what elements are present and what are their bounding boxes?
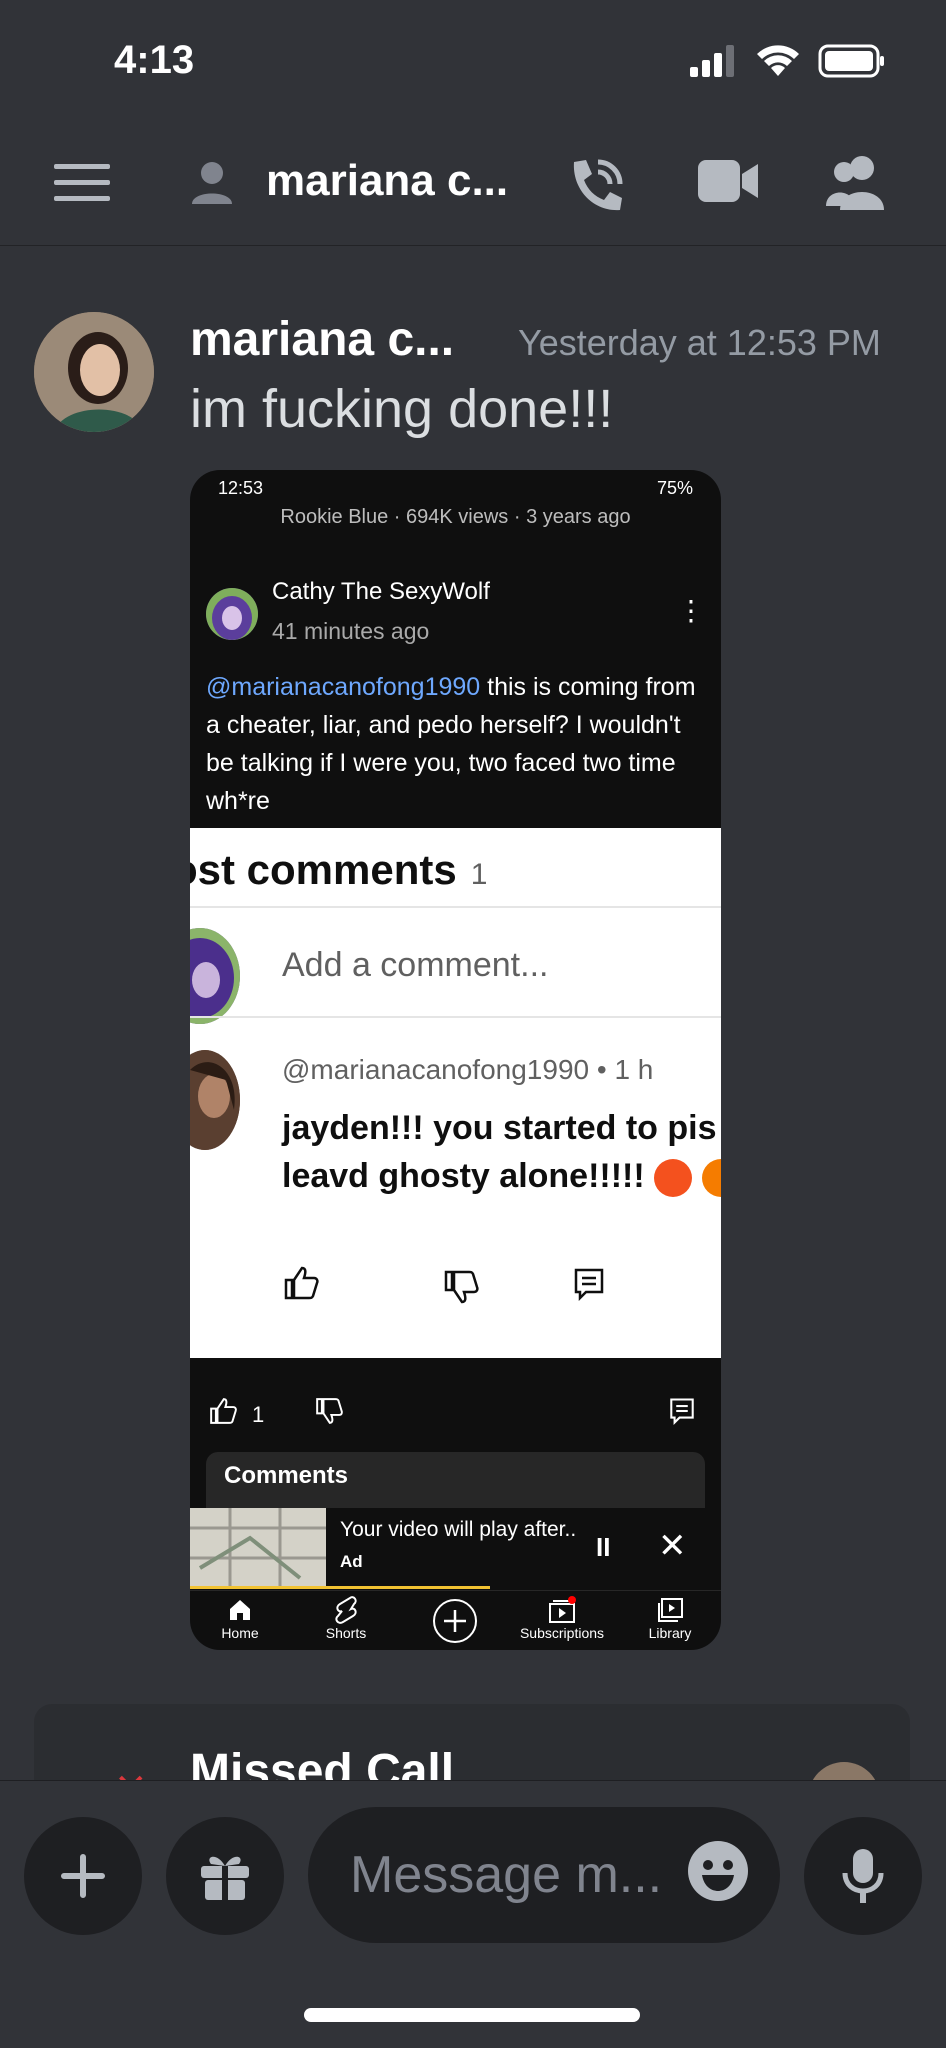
message-timestamp: Yesterday at 12:53 PM <box>518 322 881 363</box>
microphone-icon <box>842 1849 884 1903</box>
like-count: 1 <box>252 1402 265 1427</box>
comments-header: ost comments 1 <box>190 846 487 894</box>
ad-thumbnail <box>190 1508 326 1586</box>
status-icons <box>688 44 886 78</box>
home-icon <box>230 1600 250 1620</box>
shorts-icon <box>335 1596 357 1624</box>
tab-library-label: Library <box>648 1625 692 1641</box>
tab-create <box>405 1595 505 1647</box>
message-content: im fucking done!!! <box>190 379 614 439</box>
voice-message-button[interactable] <box>804 1817 922 1935</box>
divider <box>190 1016 721 1018</box>
angry-emoji-icon <box>701 1159 721 1198</box>
tab-home: Home <box>190 1595 290 1641</box>
tab-shorts: Shorts <box>296 1595 396 1641</box>
divider <box>190 906 721 908</box>
comment-icon <box>670 1398 694 1426</box>
reply-line-2-wrap: leavd ghosty alone!!!!! <box>282 1152 721 1200</box>
wifi-icon <box>757 45 799 76</box>
message-author[interactable]: mariana c... <box>190 312 454 367</box>
self-avatar <box>190 928 240 1024</box>
commenter-name: Cathy The SexyWolf <box>272 578 490 605</box>
reply-handle: @marianacanofong1990 • 1 h <box>282 1054 654 1085</box>
voice-call-icon[interactable] <box>564 154 628 218</box>
tab-home-label: Home <box>221 1625 259 1641</box>
ad-badge: Ad <box>340 1552 363 1571</box>
hamburger-menu-icon[interactable] <box>54 158 110 208</box>
dm-user-icon <box>192 162 232 204</box>
close-icon: ✕ <box>658 1527 687 1565</box>
image-attachment[interactable]: 12:53 75% Rookie Blue · 694K views · 3 y… <box>190 470 721 1650</box>
tab-shorts-label: Shorts <box>325 1625 367 1641</box>
status-bar: 4:13 <box>0 0 946 120</box>
tab-library: Library <box>620 1595 720 1641</box>
plus-icon <box>61 1854 105 1898</box>
gift-button[interactable] <box>166 1817 284 1935</box>
more-vertical-icon: ⋮ <box>677 595 705 626</box>
add-comment-placeholder: Add a comment... <box>282 946 549 984</box>
create-plus-icon <box>433 1599 477 1643</box>
embedded-status-time: 12:53 <box>218 478 264 498</box>
pause-icon: II <box>596 1532 611 1562</box>
library-icon <box>658 1598 683 1622</box>
embedded-comment: @marianacanofong1990 this is coming from… <box>206 668 706 820</box>
video-call-icon[interactable] <box>696 156 760 206</box>
reply-line-2: leavd ghosty alone!!!!! <box>282 1157 645 1195</box>
ad-miniplayer: Your video will play after.. Ad II ✕ <box>190 1508 721 1590</box>
status-time: 4:13 <box>114 38 195 82</box>
reply-line-1: jayden!!! you started to pis <box>282 1109 717 1147</box>
thumbs-down-icon <box>444 1270 479 1304</box>
tab-subscriptions-label: Subscriptions <box>519 1625 605 1641</box>
reply-avatar <box>190 1050 240 1150</box>
reply-comment-icon <box>574 1268 604 1302</box>
youtube-tab-bar: Home Shorts Subscriptions Library <box>190 1590 721 1650</box>
tab-subscriptions: Subscriptions <box>512 1595 612 1641</box>
ad-progress-bar <box>190 1586 490 1589</box>
cellular-signal-icon <box>690 45 734 77</box>
channel-title[interactable]: mariana c... <box>266 156 508 206</box>
angry-emoji-icon <box>654 1159 693 1198</box>
commenter-time: 41 minutes ago <box>272 618 430 644</box>
message-input-placeholder: Message m... <box>350 1846 663 1904</box>
author-avatar[interactable] <box>34 312 154 432</box>
video-action-row: 1 <box>190 1388 721 1438</box>
video-meta: Rookie Blue · 694K views · 3 years ago <box>280 506 631 528</box>
comment-actions <box>190 1258 721 1318</box>
home-indicator <box>304 2008 640 2022</box>
ad-title: Your video will play after.. <box>340 1518 577 1541</box>
commenter-avatar <box>206 588 258 640</box>
channel-header: mariana c... <box>0 120 946 246</box>
comments-panel: ost comments 1 Add a comment... @marianac… <box>190 828 721 1358</box>
subscriptions-icon <box>549 1596 576 1623</box>
thumbs-up-icon <box>284 1266 319 1300</box>
embedded-status-bar: 12:53 75% <box>218 478 693 506</box>
comment-mention: @marianacanofong1990 <box>206 673 481 701</box>
member-list-icon[interactable] <box>824 154 888 214</box>
thumbs-down-icon <box>316 1398 343 1424</box>
reply-text: jayden!!! you started to pis leavd ghost… <box>282 1104 721 1200</box>
comments-count: 1 <box>470 858 488 891</box>
comments-header-label: ost comments <box>190 846 457 893</box>
battery-icon <box>818 44 884 78</box>
gift-icon <box>201 1856 249 1900</box>
message-input[interactable]: Message m... <box>308 1807 780 1943</box>
emoji-icon[interactable] <box>686 1839 750 1903</box>
comments-label: Comments <box>224 1462 349 1489</box>
embedded-battery: 75% <box>656 478 693 498</box>
thumbs-up-icon <box>210 1398 237 1424</box>
attach-button[interactable] <box>24 1817 142 1935</box>
